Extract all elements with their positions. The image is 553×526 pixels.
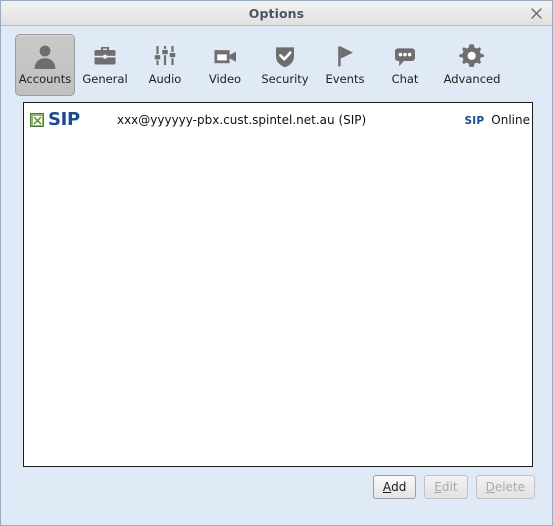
add-button-mnemonic: A — [382, 480, 392, 494]
account-status-protocol: SIP — [464, 115, 485, 127]
toolbar-item-audio-label: Audio — [148, 72, 182, 86]
audio-sliders-icon — [151, 41, 179, 71]
edit-button-label: dit — [441, 480, 458, 494]
toolbar-item-accounts-label: Accounts — [18, 72, 72, 86]
toolbar-item-video-label: Video — [208, 72, 242, 86]
toolbar-item-security[interactable]: Security — [255, 34, 315, 96]
toolbar-item-security-label: Security — [261, 72, 309, 86]
account-status-text: Online — [491, 113, 530, 127]
options-toolbar: Accounts General Audio Video Security Ev… — [1, 26, 552, 100]
window-title: Options — [248, 5, 305, 21]
titlebar: Options — [1, 1, 552, 26]
toolbar-item-chat[interactable]: Chat — [375, 34, 435, 96]
delete-button[interactable]: Delete — [475, 475, 535, 499]
edit-button[interactable]: Edit — [424, 475, 468, 499]
options-dialog-window: Options Accounts General Audio Video Sec… — [0, 0, 553, 526]
account-address-label: xxx@yyyyyy-pbx.cust.spintel.net.au (SIP) — [116, 113, 367, 127]
toolbar-item-advanced[interactable]: Advanced — [435, 34, 509, 96]
toolbar-item-events[interactable]: Events — [315, 34, 375, 96]
toolbar-item-chat-label: Chat — [391, 72, 419, 86]
briefcase-icon — [91, 41, 119, 71]
add-button[interactable]: Add — [372, 475, 417, 499]
shield-check-icon — [271, 41, 299, 71]
account-protocol-badge: SIP — [48, 109, 80, 130]
speech-bubble-icon — [391, 41, 419, 71]
user-silhouette-icon — [31, 41, 59, 71]
flag-icon — [331, 41, 359, 71]
gear-icon — [458, 41, 486, 71]
add-button-label: dd — [391, 480, 407, 494]
delete-button-mnemonic: D — [485, 480, 495, 494]
video-camera-icon — [211, 41, 239, 71]
account-list-row[interactable]: SIP xxx@yyyyyy-pbx.cust.spintel.net.au (… — [24, 103, 532, 137]
toolbar-item-accounts[interactable]: Accounts — [15, 34, 75, 96]
toolbar-item-video[interactable]: Video — [195, 34, 255, 96]
dialog-button-bar: Add Edit Delete — [365, 475, 535, 499]
toolbar-item-events-label: Events — [325, 72, 365, 86]
account-status-area: SIP Online — [465, 113, 532, 127]
delete-button-label: elete — [494, 480, 525, 494]
accounts-list-panel[interactable]: SIP xxx@yyyyyy-pbx.cust.spintel.net.au (… — [23, 102, 533, 467]
toolbar-item-general[interactable]: General — [75, 34, 135, 96]
edit-button-mnemonic: E — [434, 480, 442, 494]
account-enabled-checkbox[interactable] — [30, 113, 44, 127]
toolbar-item-general-label: General — [82, 72, 128, 86]
close-icon — [530, 7, 542, 19]
toolbar-item-audio[interactable]: Audio — [135, 34, 195, 96]
checkbox-checked-green-icon — [32, 115, 42, 125]
close-button[interactable] — [527, 4, 545, 22]
toolbar-item-advanced-label: Advanced — [443, 72, 501, 86]
